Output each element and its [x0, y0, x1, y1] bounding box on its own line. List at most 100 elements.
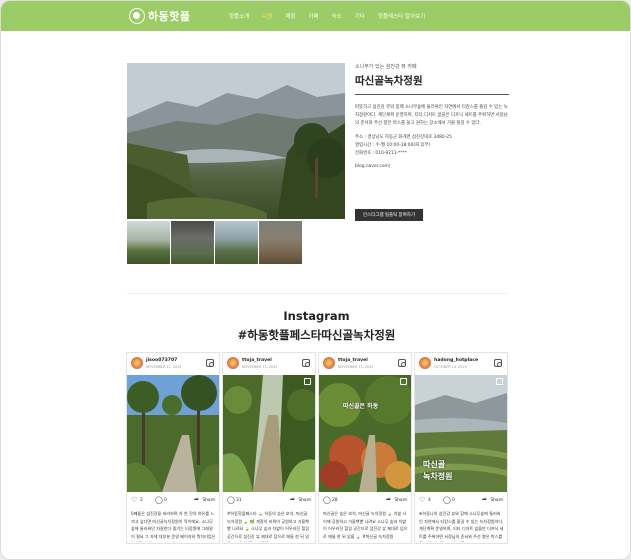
landscape-illustration — [127, 63, 345, 219]
post-header: ttoja_travel NOVEMBER 15, 2025 — [319, 353, 411, 375]
multi-photo-icon — [496, 378, 503, 385]
post-username[interactable]: hadong_hotplace — [434, 358, 478, 363]
instagram-post[interactable]: jisoo073707 NOVEMBER 21, 2025 ♡ 2 ◯ 0 ➦ … — [126, 352, 220, 544]
section-divider — [127, 293, 507, 294]
post-username[interactable]: jisoo073707 — [146, 358, 177, 363]
share-button[interactable]: Share — [394, 498, 407, 503]
logo-text: 하동핫플 — [148, 10, 191, 23]
thumbnail-4[interactable] — [259, 221, 302, 264]
logo-icon — [129, 8, 145, 24]
avatar[interactable] — [419, 357, 431, 369]
post-overlay-text: 따신골은 하동 — [343, 403, 379, 410]
post-username[interactable]: ttoja_travel — [242, 358, 272, 363]
post-actions: ♡ 2 ◯ 0 ➦ Share — [131, 496, 215, 506]
place-details: 주소 : 경상남도 하동군 화개면 섬진강대로 3480-25 영업시간 : 수… — [355, 134, 511, 158]
instagram-icon[interactable] — [206, 359, 214, 367]
site-logo[interactable]: 하동핫플 — [129, 8, 190, 24]
post-image[interactable] — [127, 375, 219, 492]
instagram-post[interactable]: ttoja_travel NOVEMBER 15, 2025 — [318, 352, 412, 544]
post-header: ttoja_travel NOVEMBER 15, 2025 — [223, 353, 315, 375]
menu-item-etc[interactable]: 기타 — [355, 12, 365, 20]
heart-icon[interactable]: ♡ — [419, 496, 425, 504]
place-info: 소나무가 있는 섬진강 뷰 카페 따신골녹차정원 따뜻하고 섬진강 뷰와 함께 … — [355, 63, 511, 169]
comment-icon[interactable]: ◯ — [155, 496, 163, 504]
instagram-hashtag: #하동핫플페스타따신골녹차정원 — [237, 328, 396, 342]
post-image[interactable] — [223, 375, 315, 492]
comment-icon[interactable]: ◯ — [323, 496, 331, 504]
place-title: 따신골녹차정원 — [355, 75, 423, 87]
tea-terrace-illustration — [223, 375, 315, 492]
like-count: 4 — [428, 498, 431, 503]
post-caption: #하동핫플페스타 🍃 하동의 숨은 보석, 따신골 녹차정원 🍃 🌿 계절이 바… — [227, 511, 310, 542]
menu-item-festa[interactable]: 핫플레스타 알아보기 — [378, 12, 425, 20]
post-date: OCTOBER 24, 2025 — [434, 365, 467, 369]
instagram-icon[interactable] — [302, 359, 310, 367]
instagram-post[interactable]: hadong_hotplace OCTOBER 24, 2025 따신골 녹차정… — [414, 352, 508, 544]
menu-item-intro[interactable]: 핫플소개 — [229, 12, 249, 20]
multi-photo-icon — [304, 378, 311, 385]
menu-item-lodging[interactable]: 숙소 — [332, 12, 342, 20]
thumbnail-2[interactable] — [171, 221, 214, 264]
multi-photo-icon — [400, 378, 407, 385]
heart-icon[interactable]: ♡ — [131, 496, 137, 504]
post-caption: 0째돌은 섬진강을 바라보며 차 한 잔의 여유를 느끼고 싶다면 따신골녹차정… — [131, 511, 216, 542]
place-description: 따뜻하고 섬진강 뷰와 함께 소나무숲에 둘러싸인 자연에서 티캉스를 즐길 수… — [355, 105, 508, 126]
comment-icon[interactable]: ◯ — [443, 496, 451, 504]
photo-thumbnails — [127, 221, 302, 264]
comment-count: 0 — [452, 498, 455, 503]
share-icon[interactable]: ➦ — [386, 496, 391, 503]
place-hours: 영업시간 : 수-월 10:00-18:00(화 휴무) — [355, 143, 431, 148]
post-image[interactable]: 따신골 녹차정원 — [415, 375, 507, 492]
autumn-garden-illustration — [319, 375, 411, 492]
post-date: NOVEMBER 21, 2025 — [146, 365, 182, 369]
place-address: 주소 : 경상남도 하동군 화개면 섬진강대로 3480-25 — [355, 135, 452, 140]
like-count: 2 — [140, 498, 143, 503]
menu-item-cafe[interactable]: 카페 — [309, 12, 319, 20]
place-subtitle: 소나무가 있는 섬진강 뷰 카페 — [355, 64, 417, 70]
share-button[interactable]: Share — [202, 498, 215, 503]
place-blog-link[interactable]: blog.naver.com/ — [355, 164, 511, 169]
share-button[interactable]: Share — [298, 498, 311, 503]
share-icon[interactable]: ➦ — [194, 496, 199, 503]
forest-path-illustration — [127, 375, 219, 492]
comment-icon[interactable]: ◯ — [227, 496, 235, 504]
post-actions: ◯ 28 ➦ Share — [323, 496, 407, 506]
browser-frame: 하동핫플 핫플소개 다원 체험 카페 숙소 기타 핫플레스타 알아보기 소나무가… — [0, 0, 631, 560]
instagram-icon[interactable] — [494, 359, 502, 367]
avatar[interactable] — [323, 357, 335, 369]
top-navbar: 하동핫플 핫플소개 다원 체험 카페 숙소 기타 핫플레스타 알아보기 — [1, 1, 630, 31]
menu-item-tea-garden[interactable]: 다원 — [262, 12, 272, 20]
page-content: › 소나무가 있는 섬진강 뷰 카페 따신골녹차정원 따뜻하고 섬진강 뷰와 함… — [1, 31, 630, 559]
share-icon[interactable]: ➦ — [482, 496, 487, 503]
thumbnail-1[interactable] — [127, 221, 170, 264]
main-photo: › — [127, 63, 345, 219]
post-actions: ◯ 31 ➦ Share — [227, 496, 311, 506]
comment-count: 0 — [164, 498, 167, 503]
menu-item-experience[interactable]: 체험 — [285, 12, 295, 20]
title-divider — [355, 94, 509, 95]
avatar[interactable] — [131, 357, 143, 369]
thumbnail-3[interactable] — [215, 221, 258, 264]
like-count: 31 — [236, 498, 242, 503]
share-button[interactable]: Share — [490, 498, 503, 503]
main-menu: 핫플소개 다원 체험 카페 숙소 기타 핫플레스타 알아보기 — [229, 12, 425, 20]
post-image[interactable]: 따신골은 하동 — [319, 375, 411, 492]
instagram-icon[interactable] — [398, 359, 406, 367]
post-actions: ♡ 4 ◯ 0 ➦ Share — [419, 496, 503, 506]
post-overlay-title: 따신골 — [423, 460, 446, 469]
avatar[interactable] — [227, 357, 239, 369]
post-caption: 따신골은 숨은 보석, 따신골 녹차정원 🍃 차밭 사이에 공원하고 가을햇볕 … — [323, 511, 408, 539]
like-count: 28 — [332, 498, 338, 503]
post-overlay-subtitle: 녹차정원 — [423, 472, 453, 481]
instagram-feed: jisoo073707 NOVEMBER 21, 2025 ♡ 2 ◯ 0 ➦ … — [126, 352, 508, 544]
post-username[interactable]: ttoja_travel — [338, 358, 368, 363]
instagram-heading: Instagram — [283, 309, 350, 323]
instagram-post[interactable]: ttoja_travel NOVEMBER 15, 2025 — [222, 352, 316, 544]
instagram-join-button[interactable]: 인스타그램 릴플틱 참여하기 — [355, 209, 423, 221]
share-icon[interactable]: ➦ — [290, 496, 295, 503]
post-date: NOVEMBER 15, 2025 — [338, 365, 374, 369]
place-phone: 전화번호 : 010-9211-**** — [355, 151, 407, 156]
post-header: jisoo073707 NOVEMBER 21, 2025 — [127, 353, 219, 375]
post-date: NOVEMBER 15, 2025 — [242, 365, 278, 369]
post-caption: ❄하동나의 섬진강 뷰와 함께 소나무숲에 둘러싸인 자연에서 티캉스를 즐길 … — [419, 511, 504, 542]
